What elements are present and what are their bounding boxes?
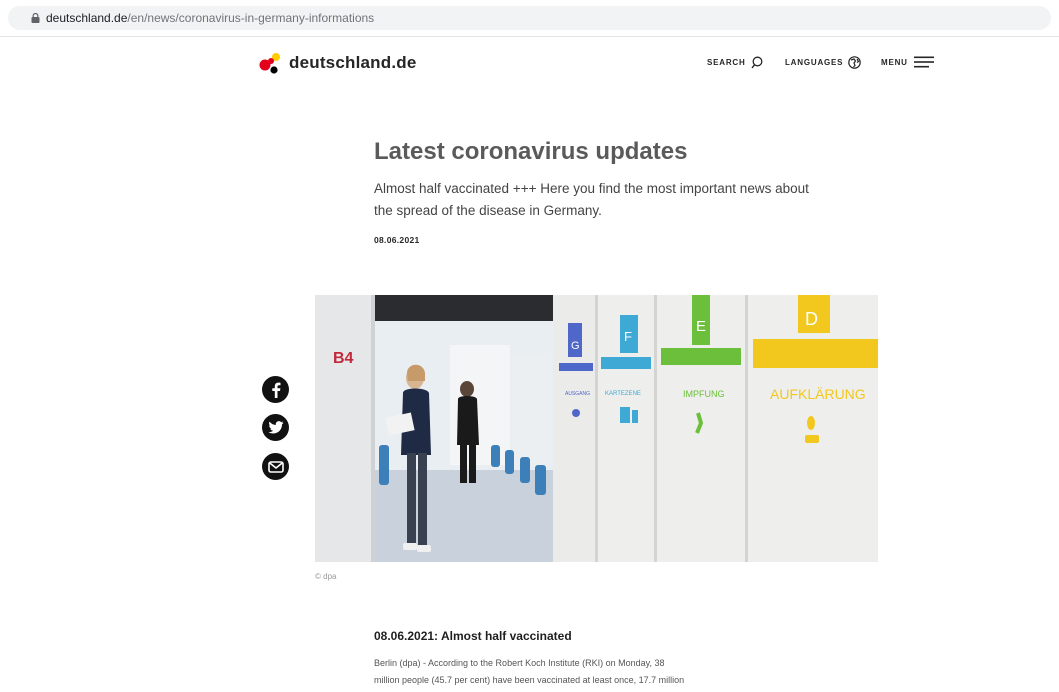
hero-image: B4 G F E D AUSGANG KARTEZENE IMPFUNG AUF… xyxy=(315,295,878,562)
sign-word-f: KARTEZENE xyxy=(605,391,641,397)
sign-letter-g: G xyxy=(571,340,580,352)
sign-word-g: AUSGANG xyxy=(565,391,590,397)
lock-icon xyxy=(31,13,40,23)
email-icon xyxy=(267,460,284,473)
section-title: 08.06.2021: Almost half vaccinated xyxy=(374,629,572,643)
facebook-icon xyxy=(271,382,280,398)
sign-word-e: IMPFUNG xyxy=(683,389,725,399)
sign-b4: B4 xyxy=(333,350,354,367)
share-twitter-button[interactable] xyxy=(262,414,289,441)
globe-icon xyxy=(848,56,862,69)
url-text[interactable]: deutschland.de/en/news/coronavirus-in-ge… xyxy=(46,11,374,25)
hamburger-icon xyxy=(913,56,934,68)
sign-word-d: AUFKLÄRUNG xyxy=(770,386,866,402)
share-email-button[interactable] xyxy=(262,453,289,480)
menu-label: MENU xyxy=(881,57,908,67)
image-credit: © dpa xyxy=(315,572,337,581)
search-icon xyxy=(751,56,763,69)
body-line-1: Berlin (dpa) - According to the Robert K… xyxy=(374,658,665,668)
menu-button[interactable]: MENU xyxy=(881,56,935,68)
article-teaser: Almost half vaccinated +++ Here you find… xyxy=(374,181,809,218)
sign-letter-e: E xyxy=(696,318,706,335)
vaccination-center-illustration: B4 G F E D AUSGANG KARTEZENE IMPFUNG AUF… xyxy=(315,295,878,562)
site-logo[interactable]: deutschland.de xyxy=(259,52,417,74)
logo-mark-icon xyxy=(259,53,280,74)
url-domain: deutschland.de xyxy=(46,11,128,25)
url-path: /en/news/coronavirus-in-germany-informat… xyxy=(127,11,375,25)
article-date: 08.06.2021 xyxy=(374,235,420,245)
sign-letter-f: F xyxy=(624,329,632,344)
toolbar-divider xyxy=(0,36,1059,37)
languages-label: LANGUAGES xyxy=(785,58,844,67)
article-body: Berlin (dpa) - According to the Robert K… xyxy=(374,655,834,689)
address-bar[interactable]: deutschland.de/en/news/coronavirus-in-ge… xyxy=(8,6,1051,30)
languages-button[interactable]: LANGUAGES xyxy=(785,56,862,69)
search-label: SEARCH xyxy=(707,58,746,67)
sign-letter-d: D xyxy=(805,309,818,329)
share-facebook-button[interactable] xyxy=(262,376,289,403)
search-button[interactable]: SEARCH xyxy=(707,56,763,69)
twitter-icon xyxy=(268,421,283,434)
body-line-2: million people (45.7 per cent) have been… xyxy=(374,675,685,685)
logo-text: deutschland.de xyxy=(289,53,417,72)
page-title: Latest coronavirus updates xyxy=(374,138,688,165)
